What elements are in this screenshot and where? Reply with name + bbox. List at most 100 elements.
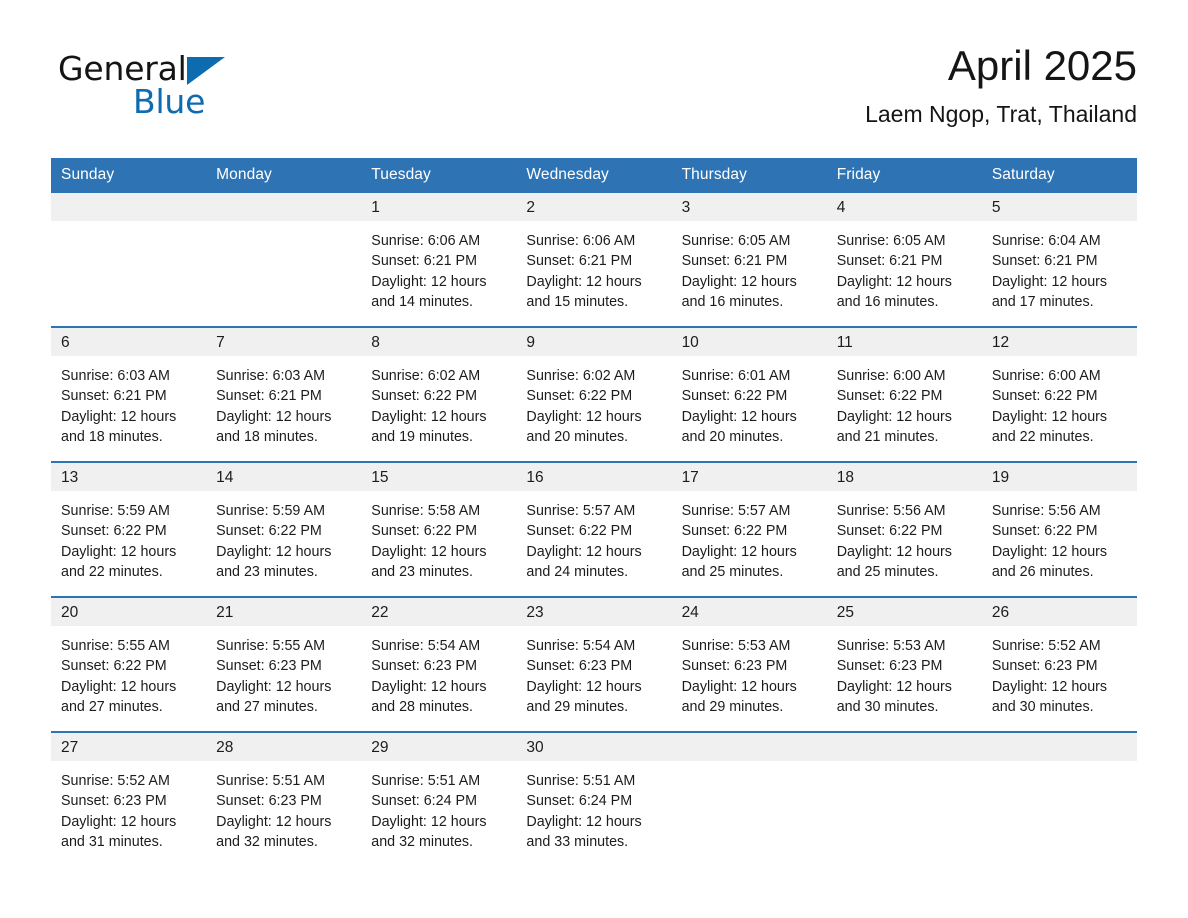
sunrise-time: Sunrise: 6:04 AM [991, 233, 1101, 249]
sunrise-time: Sunrise: 5:57 AM [526, 503, 636, 519]
sunset-time: Sunset: 6:22 PM [991, 388, 1098, 405]
day-cell-inner: 3 Sunrise: 6:05 AM Sunset: 6:21 PM Daylight… [671, 193, 827, 326]
day-number [206, 193, 362, 221]
calendar-day-cell[interactable]: 29 Sunrise: 5:51 AM Sunset: 6:24 PM Dayligh… [361, 731, 517, 866]
calendar-day-cell[interactable]: 13 Sunrise: 5:59 AM Sunset: 6:22 PM Dayligh… [51, 461, 207, 597]
day-details: Sunrise: 5:51 AM Sunset: 6:23 PM Daylight:… [206, 761, 361, 853]
day-number: 12 [981, 328, 1137, 356]
daylight-duration-line1: Daylight: 12 hours [991, 408, 1108, 425]
day-number: 23 [516, 598, 672, 626]
daylight-duration-line2: and 27 minutes. [216, 699, 318, 716]
calendar-day-cell[interactable]: 24 Sunrise: 5:53 AM Sunset: 6:23 PM Dayligh… [671, 596, 827, 732]
calendar-day-cell[interactable]: 8 Sunrise: 6:02 AM Sunset: 6:22 PM Daylight… [361, 326, 517, 462]
day-cell-inner [826, 733, 982, 866]
calendar-day-cell[interactable]: 16 Sunrise: 5:57 AM Sunset: 6:22 PM Dayligh… [516, 461, 672, 597]
day-details: Sunrise: 5:52 AM Sunset: 6:23 PM Daylight:… [51, 761, 206, 853]
calendar-day-cell[interactable]: 10 Sunrise: 6:01 AM Sunset: 6:22 PM Dayligh… [671, 326, 827, 462]
calendar-day-cell[interactable]: 2 Sunrise: 6:06 AM Sunset: 6:21 PM Daylight… [516, 193, 672, 327]
calendar-day-cell[interactable]: 21 Sunrise: 5:55 AM Sunset: 6:23 PM Dayligh… [206, 596, 362, 732]
title-block: April 2025 Laem Ngop, Trat, Thailand [865, 43, 1137, 127]
calendar-day-cell[interactable]: 28 Sunrise: 5:51 AM Sunset: 6:23 PM Dayligh… [206, 731, 362, 866]
daylight-duration-line1: Daylight: 12 hours [526, 273, 642, 290]
day-number: 6 [51, 328, 207, 356]
daylight-duration-line1: Daylight: 12 hours [216, 543, 332, 560]
daylight-duration-line2: and 16 minutes. [836, 294, 939, 311]
day-cell-inner: 7 Sunrise: 6:03 AM Sunset: 6:21 PM Daylight… [206, 328, 362, 461]
sunrise-time: Sunrise: 5:53 AM [681, 638, 791, 654]
sunrise-time: Sunrise: 5:51 AM [371, 773, 481, 789]
sunset-time: Sunset: 6:23 PM [216, 793, 322, 810]
day-number: 30 [516, 733, 672, 761]
calendar-table: Sunday Monday Tuesday Wednesday Thursday… [51, 158, 1137, 866]
calendar-day-cell[interactable]: 26 Sunrise: 5:52 AM Sunset: 6:23 PM Dayligh… [981, 596, 1137, 732]
day-number: 19 [981, 463, 1137, 491]
daylight-duration-line2: and 19 minutes. [371, 429, 474, 446]
day-details: Sunrise: 5:56 AM Sunset: 6:22 PM Daylight:… [982, 491, 1137, 583]
day-number: 5 [981, 193, 1137, 221]
calendar-day-cell[interactable]: 19 Sunrise: 5:56 AM Sunset: 6:22 PM Dayligh… [981, 461, 1137, 597]
sunrise-time: Sunrise: 6:00 AM [991, 368, 1101, 384]
weekday-header-wednesday: Wednesday [516, 158, 672, 193]
daylight-duration-line1: Daylight: 12 hours [836, 408, 952, 425]
day-details: Sunrise: 6:05 AM Sunset: 6:21 PM Daylight:… [672, 221, 827, 313]
calendar-day-cell[interactable]: 7 Sunrise: 6:03 AM Sunset: 6:21 PM Daylight… [206, 326, 362, 462]
calendar-week-row: 27 Sunrise: 5:52 AM Sunset: 6:23 PM Dayligh… [51, 731, 1137, 866]
calendar-day-cell[interactable]: 25 Sunrise: 5:53 AM Sunset: 6:23 PM Dayligh… [826, 596, 982, 732]
calendar-day-cell[interactable]: 6 Sunrise: 6:03 AM Sunset: 6:21 PM Daylight… [51, 326, 207, 462]
day-details: Sunrise: 5:53 AM Sunset: 6:23 PM Daylight:… [672, 626, 827, 718]
day-cell-inner [671, 733, 827, 866]
daylight-duration-line1: Daylight: 12 hours [526, 678, 642, 695]
sunset-time: Sunset: 6:23 PM [526, 658, 633, 675]
daylight-duration-line1: Daylight: 12 hours [681, 408, 797, 425]
sunrise-time: Sunrise: 6:01 AM [681, 368, 791, 384]
sunrise-time: Sunrise: 6:03 AM [216, 368, 326, 384]
calendar-empty-cell [206, 193, 362, 327]
day-details: Sunrise: 5:54 AM Sunset: 6:23 PM Daylight:… [361, 626, 516, 718]
day-cell-inner: 21 Sunrise: 5:55 AM Sunset: 6:23 PM Dayligh… [206, 598, 362, 731]
sunrise-time: Sunrise: 5:57 AM [681, 503, 791, 519]
calendar-day-cell[interactable]: 11 Sunrise: 6:00 AM Sunset: 6:22 PM Dayligh… [826, 326, 982, 462]
weekday-header-tuesday: Tuesday [361, 158, 517, 193]
daylight-duration-line2: and 22 minutes. [61, 564, 163, 581]
calendar-day-cell[interactable]: 1 Sunrise: 6:06 AM Sunset: 6:21 PM Daylight… [361, 193, 517, 327]
calendar-day-cell[interactable]: 3 Sunrise: 6:05 AM Sunset: 6:21 PM Daylight… [671, 193, 827, 327]
daylight-duration-line1: Daylight: 12 hours [836, 678, 952, 695]
day-cell-inner: 28 Sunrise: 5:51 AM Sunset: 6:23 PM Dayligh… [206, 733, 362, 866]
daylight-duration-line1: Daylight: 12 hours [371, 678, 487, 695]
daylight-duration-line2: and 23 minutes. [371, 564, 474, 581]
daylight-duration-line2: and 31 minutes. [61, 834, 163, 851]
sunset-time: Sunset: 6:21 PM [836, 253, 943, 270]
calendar-day-cell[interactable]: 5 Sunrise: 6:04 AM Sunset: 6:21 PM Daylight… [981, 193, 1137, 327]
calendar-day-cell[interactable]: 9 Sunrise: 6:02 AM Sunset: 6:22 PM Daylight… [516, 326, 672, 462]
calendar-day-cell[interactable]: 30 Sunrise: 5:51 AM Sunset: 6:24 PM Dayligh… [516, 731, 672, 866]
sunset-time: Sunset: 6:21 PM [681, 253, 788, 270]
sunset-time: Sunset: 6:23 PM [991, 658, 1098, 675]
day-details: Sunrise: 5:57 AM Sunset: 6:22 PM Daylight:… [672, 491, 827, 583]
calendar-day-cell[interactable]: 17 Sunrise: 5:57 AM Sunset: 6:22 PM Dayligh… [671, 461, 827, 597]
day-cell-inner: 12 Sunrise: 6:00 AM Sunset: 6:22 PM Dayligh… [981, 328, 1137, 461]
daylight-duration-line2: and 33 minutes. [526, 834, 629, 851]
calendar-day-cell[interactable]: 15 Sunrise: 5:58 AM Sunset: 6:22 PM Dayligh… [361, 461, 517, 597]
calendar-day-cell[interactable]: 4 Sunrise: 6:05 AM Sunset: 6:21 PM Daylight… [826, 193, 982, 327]
day-details: Sunrise: 5:55 AM Sunset: 6:23 PM Daylight:… [206, 626, 361, 718]
day-details: Sunrise: 5:59 AM Sunset: 6:22 PM Daylight:… [206, 491, 361, 583]
calendar-day-cell[interactable]: 23 Sunrise: 5:54 AM Sunset: 6:23 PM Dayligh… [516, 596, 672, 732]
sunrise-time: Sunrise: 5:59 AM [216, 503, 326, 519]
calendar-day-cell[interactable]: 22 Sunrise: 5:54 AM Sunset: 6:23 PM Dayligh… [361, 596, 517, 732]
day-number: 28 [206, 733, 362, 761]
daylight-duration-line2: and 22 minutes. [991, 429, 1094, 446]
calendar-day-cell[interactable]: 27 Sunrise: 5:52 AM Sunset: 6:23 PM Dayligh… [51, 731, 207, 866]
calendar-day-cell[interactable]: 18 Sunrise: 5:56 AM Sunset: 6:22 PM Dayligh… [826, 461, 982, 597]
calendar-day-cell[interactable]: 12 Sunrise: 6:00 AM Sunset: 6:22 PM Dayligh… [981, 326, 1137, 462]
day-number: 17 [671, 463, 827, 491]
sunrise-time: Sunrise: 5:51 AM [526, 773, 636, 789]
calendar-day-cell[interactable]: 14 Sunrise: 5:59 AM Sunset: 6:22 PM Dayligh… [206, 461, 362, 597]
calendar-day-cell[interactable]: 20 Sunrise: 5:55 AM Sunset: 6:22 PM Dayligh… [51, 596, 207, 732]
day-details: Sunrise: 5:57 AM Sunset: 6:22 PM Daylight:… [516, 491, 671, 583]
day-cell-inner: 27 Sunrise: 5:52 AM Sunset: 6:23 PM Dayligh… [51, 733, 207, 866]
daylight-duration-line1: Daylight: 12 hours [681, 543, 797, 560]
day-number [826, 733, 982, 761]
daylight-duration-line1: Daylight: 12 hours [61, 543, 177, 560]
daylight-duration-line2: and 29 minutes. [681, 699, 784, 716]
day-number: 22 [361, 598, 517, 626]
